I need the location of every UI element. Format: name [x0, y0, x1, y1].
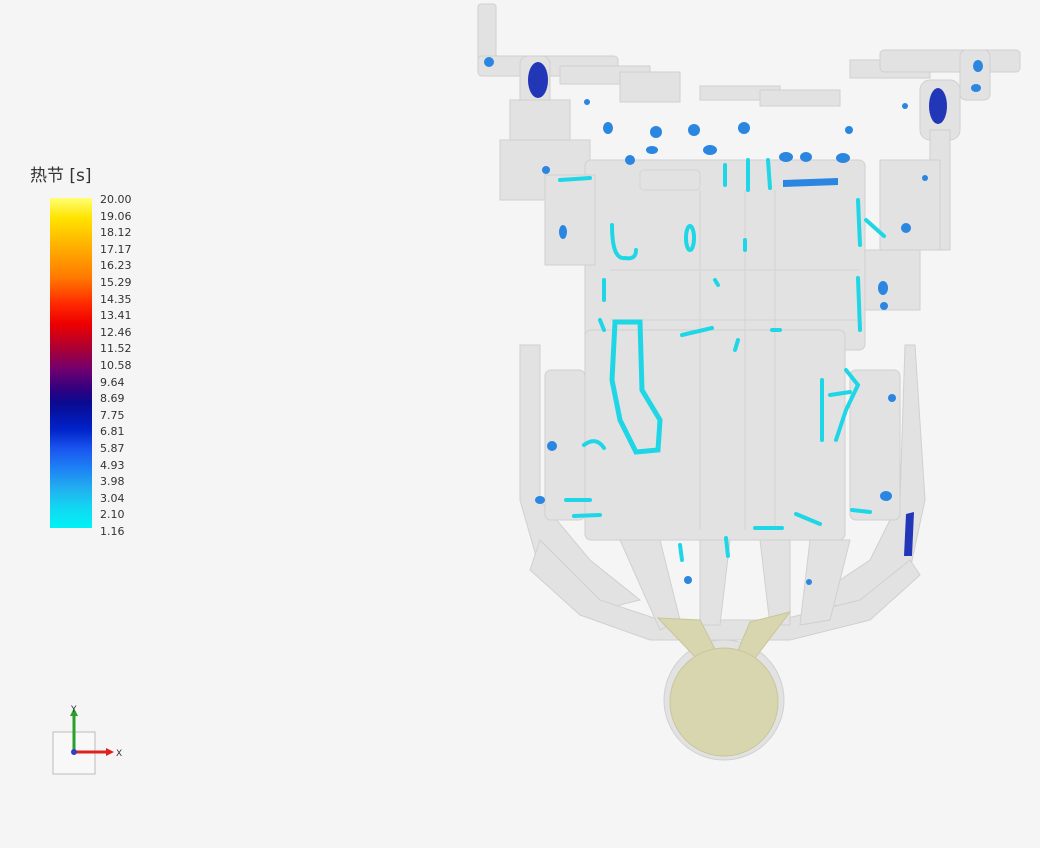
casting-model[interactable]	[0, 0, 1040, 848]
